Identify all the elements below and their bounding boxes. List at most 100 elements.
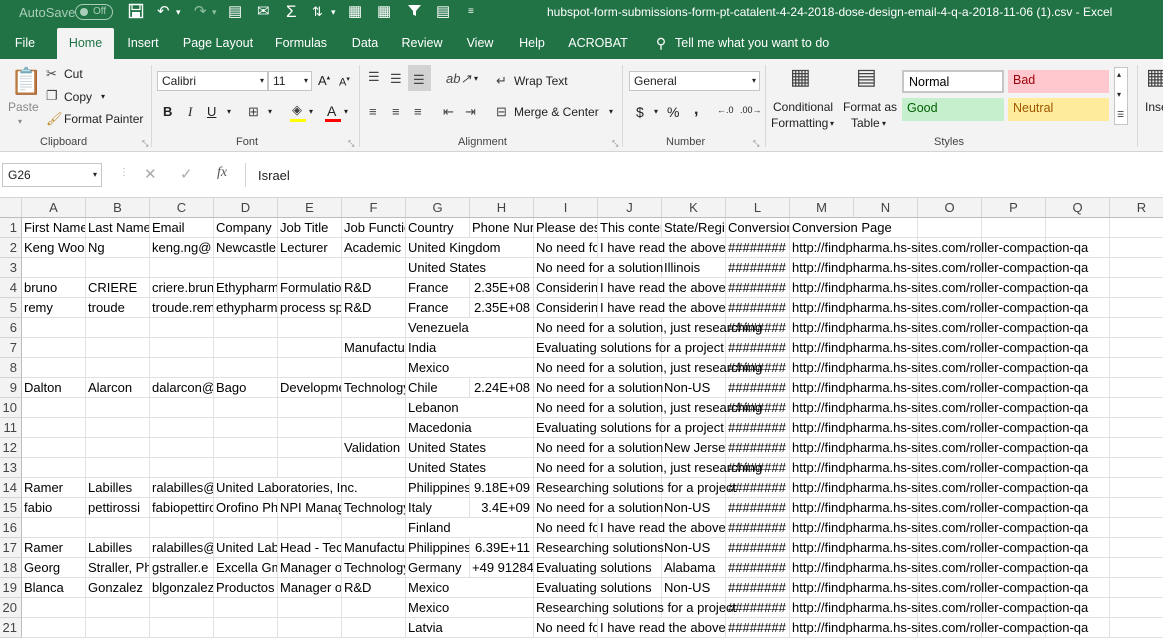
column-header-n[interactable]: N	[854, 198, 918, 218]
copy-icon[interactable]: ❐	[46, 88, 58, 104]
sheet-icon[interactable]: ▤	[436, 3, 450, 21]
conditional-formatting-label-2[interactable]: Formatting	[771, 116, 828, 130]
column-header-i[interactable]: I	[534, 198, 598, 218]
paste-button[interactable]: Paste	[8, 100, 39, 114]
cell-k1[interactable]: State/Region	[662, 218, 726, 238]
print-preview-icon[interactable]: ▤	[228, 3, 242, 21]
decrease-font-icon[interactable]: A▾	[339, 75, 350, 89]
format-as-table-label-2[interactable]: Table	[851, 116, 880, 130]
cell-g9[interactable]: Chile	[406, 378, 470, 398]
cell-a5[interactable]: remy	[22, 298, 86, 318]
cut-icon[interactable]: ✂	[46, 66, 57, 82]
cell-a15[interactable]: fabio	[22, 498, 86, 518]
undo-icon[interactable]: ↶	[157, 3, 170, 21]
cell-h1[interactable]: Phone Number	[470, 218, 534, 238]
tab-review[interactable]: Review	[397, 28, 447, 59]
cell-m20[interactable]: http://findpharma.hs-sites.com/roller-co…	[790, 598, 1163, 618]
cell-b1[interactable]: Last Name	[86, 218, 150, 238]
row-header[interactable]: 2	[0, 238, 22, 258]
cell-g7[interactable]: India	[406, 338, 534, 358]
font-name-select[interactable]: Calibri ▾	[157, 71, 268, 91]
cell-i17[interactable]: Researching solutions	[534, 538, 664, 558]
cell-m10[interactable]: http://findpharma.hs-sites.com/roller-co…	[790, 398, 1163, 418]
orientation-dropdown-icon[interactable]: ▾	[474, 74, 478, 83]
cell-g8[interactable]: Mexico	[406, 358, 534, 378]
cell-b14[interactable]: Labilles	[86, 478, 150, 498]
cell-d18[interactable]: Excella GmbH	[214, 558, 278, 578]
cell-c7[interactable]	[150, 338, 214, 358]
enter-icon[interactable]: ✓	[180, 165, 193, 183]
cell-c15[interactable]: fabiopettirossi	[150, 498, 214, 518]
bold-button[interactable]: B	[163, 104, 172, 119]
column-header-o[interactable]: O	[918, 198, 982, 218]
save-icon[interactable]	[128, 3, 144, 24]
fill-color-icon[interactable]: ◈	[292, 102, 302, 118]
cell-f1[interactable]: Job Function	[342, 218, 406, 238]
cell-l7[interactable]: ########	[726, 338, 790, 358]
cell-b9[interactable]: Alarcon	[86, 378, 150, 398]
cell-c4[interactable]: criere.bruno	[150, 278, 214, 298]
cell-i21[interactable]: No need for a solution	[534, 618, 598, 638]
cell-c17[interactable]: ralabilles@	[150, 538, 214, 558]
number-launcher-icon[interactable]: ⤡	[753, 139, 759, 149]
cell-f3[interactable]	[342, 258, 406, 278]
cell-m14[interactable]: http://findpharma.hs-sites.com/roller-co…	[790, 478, 1163, 498]
format-painter-icon[interactable]: 🖌	[46, 111, 63, 127]
cell-l19[interactable]: ########	[726, 578, 790, 598]
row-header[interactable]: 5	[0, 298, 22, 318]
cell-c10[interactable]	[150, 398, 214, 418]
tab-file[interactable]: File	[6, 28, 44, 59]
cell-k19[interactable]: Non-US	[662, 578, 726, 598]
cell-a17[interactable]: Ramer	[22, 538, 86, 558]
cell-c2[interactable]: keng.ng@	[150, 238, 214, 258]
wrap-text-button[interactable]: Wrap Text	[514, 74, 568, 88]
cell-a16[interactable]	[22, 518, 86, 538]
cell-h4[interactable]: 2.35E+08	[470, 278, 534, 298]
cell-j16[interactable]: I have read the above	[598, 518, 726, 538]
cell-e13[interactable]	[278, 458, 342, 478]
cell-a12[interactable]	[22, 438, 86, 458]
chevron-up-icon[interactable]: ▴	[1117, 70, 1121, 79]
cell-l9[interactable]: ########	[726, 378, 790, 398]
column-header-d[interactable]: D	[214, 198, 278, 218]
cell-a1[interactable]: First Name	[22, 218, 86, 238]
cell-e17[interactable]: Head - Technology	[278, 538, 342, 558]
cell-d16[interactable]	[214, 518, 278, 538]
row-header[interactable]: 3	[0, 258, 22, 278]
cell-m12[interactable]: http://findpharma.hs-sites.com/roller-co…	[790, 438, 1163, 458]
paste-dropdown-icon[interactable]: ▾	[18, 117, 22, 126]
cell-i12[interactable]: No need for a solution	[534, 438, 663, 458]
cell-g20[interactable]: Mexico	[406, 598, 534, 618]
cell-b21[interactable]	[86, 618, 150, 638]
cell-b20[interactable]	[86, 598, 150, 618]
cell-f7[interactable]: Manufacturing	[342, 338, 406, 358]
cell-m15[interactable]: http://findpharma.hs-sites.com/roller-co…	[790, 498, 1163, 518]
font-color-dropdown-icon[interactable]: ▾	[344, 107, 348, 116]
cell-g17[interactable]: Philippines	[406, 538, 470, 558]
select-all-corner[interactable]	[0, 198, 22, 218]
cell-d21[interactable]	[214, 618, 278, 638]
cell-m11[interactable]: http://findpharma.hs-sites.com/roller-co…	[790, 418, 1163, 438]
cell-a18[interactable]: Georg	[22, 558, 86, 578]
cell-c12[interactable]	[150, 438, 214, 458]
cell-m6[interactable]: http://findpharma.hs-sites.com/roller-co…	[790, 318, 1163, 338]
cell-l17[interactable]: ########	[726, 538, 790, 558]
format-painter-button[interactable]: Format Painter	[64, 112, 143, 126]
cell-g19[interactable]: Mexico	[406, 578, 534, 598]
tab-data[interactable]: Data	[345, 28, 385, 59]
cell-l16[interactable]: ########	[726, 518, 790, 538]
customize-toolbar-icon[interactable]: ≡	[468, 3, 474, 21]
cell-k15[interactable]: Non-US	[662, 498, 726, 518]
cell-m8[interactable]: http://findpharma.hs-sites.com/roller-co…	[790, 358, 1163, 378]
cell-a20[interactable]	[22, 598, 86, 618]
column-header-l[interactable]: L	[726, 198, 790, 218]
cell-g11[interactable]: Macedonia	[406, 418, 534, 438]
cell-e2[interactable]: Lecturer	[278, 238, 342, 258]
row-header[interactable]: 12	[0, 438, 22, 458]
cell-m13[interactable]: http://findpharma.hs-sites.com/roller-co…	[790, 458, 1163, 478]
name-box-dropdown-icon[interactable]: ▾	[93, 164, 97, 186]
increase-decimal-icon[interactable]: ←.0	[717, 105, 734, 115]
cell-f9[interactable]: Technology	[342, 378, 406, 398]
tab-home[interactable]: Home	[57, 28, 114, 59]
merge-dropdown-icon[interactable]: ▾	[609, 107, 613, 116]
